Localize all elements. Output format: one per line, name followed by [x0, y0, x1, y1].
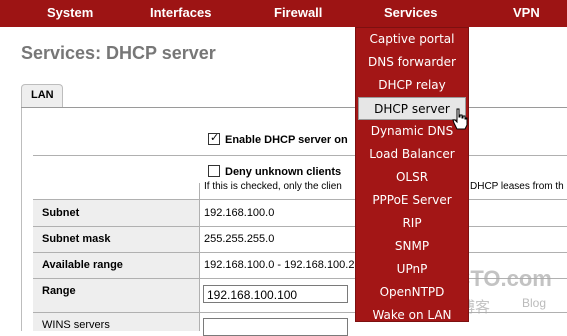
- row-divider: [33, 252, 567, 253]
- tab-lan-label: LAN: [31, 89, 54, 101]
- menu-interfaces[interactable]: Interfaces: [150, 5, 211, 20]
- dropdown-item-pppoe-server[interactable]: PPPoE Server: [356, 189, 468, 212]
- deny-unknown-label: Deny unknown clients: [225, 166, 342, 178]
- subnet-label: Subnet: [42, 207, 80, 219]
- deny-unknown-note-cont: DHCP leases from th: [470, 181, 564, 192]
- dropdown-item-olsr[interactable]: OLSR: [356, 166, 468, 189]
- wins-server-input[interactable]: [203, 318, 348, 336]
- menu-system[interactable]: System: [47, 5, 93, 20]
- menu-services[interactable]: Services: [384, 5, 438, 20]
- dropdown-item-dhcp-server[interactable]: DHCP server: [358, 97, 466, 120]
- row-divider: [33, 226, 567, 227]
- row-divider: [33, 312, 567, 313]
- menu-firewall[interactable]: Firewall: [274, 5, 322, 20]
- dropdown-item-dhcp-relay[interactable]: DHCP relay: [356, 74, 468, 97]
- wins-servers-label: WINS servers: [42, 319, 110, 331]
- range-label: Range: [42, 285, 76, 297]
- top-menu-bar: System Interfaces Firewall Services VPN: [0, 0, 567, 27]
- dropdown-item-snmp[interactable]: SNMP: [356, 235, 468, 258]
- row-divider: [33, 155, 567, 156]
- tab-lan[interactable]: LAN: [21, 84, 63, 107]
- services-dropdown: Captive portal DNS forwarder DHCP relay …: [355, 27, 469, 322]
- enable-dhcp-checkbox[interactable]: ✓: [208, 131, 220, 145]
- row-divider: [33, 278, 567, 279]
- check-icon: ✓: [210, 131, 220, 144]
- dropdown-item-upnp[interactable]: UPnP: [356, 258, 468, 281]
- deny-unknown-checkbox[interactable]: [208, 165, 220, 177]
- subnet-value: 192.168.100.0: [204, 207, 275, 219]
- enable-dhcp-label: Enable DHCP server on: [225, 134, 348, 146]
- subnet-mask-value: 255.255.255.0: [204, 233, 275, 245]
- menu-vpn[interactable]: VPN: [513, 5, 540, 20]
- hand-cursor-icon: [452, 108, 468, 130]
- page-title: Services: DHCP server: [21, 43, 216, 63]
- row-divider: [33, 199, 567, 200]
- subnet-mask-label: Subnet mask: [42, 233, 111, 245]
- available-range-value: 192.168.100.0 - 192.168.100.2: [204, 259, 355, 271]
- dropdown-item-dns-forwarder[interactable]: DNS forwarder: [356, 51, 468, 74]
- deny-unknown-note: If this is checked, only the clien: [204, 181, 342, 192]
- column-divider: [199, 183, 200, 331]
- dropdown-item-wake-on-lan[interactable]: Wake on LAN: [356, 304, 468, 327]
- dropdown-item-rip[interactable]: RIP: [356, 212, 468, 235]
- dropdown-item-load-balancer[interactable]: Load Balancer: [356, 143, 468, 166]
- available-range-label: Available range: [42, 259, 123, 271]
- dropdown-item-captive-portal[interactable]: Captive portal: [356, 28, 468, 51]
- range-from-input[interactable]: 192.168.100.100: [203, 285, 348, 303]
- dropdown-item-openntpd[interactable]: OpenNTPD: [356, 281, 468, 304]
